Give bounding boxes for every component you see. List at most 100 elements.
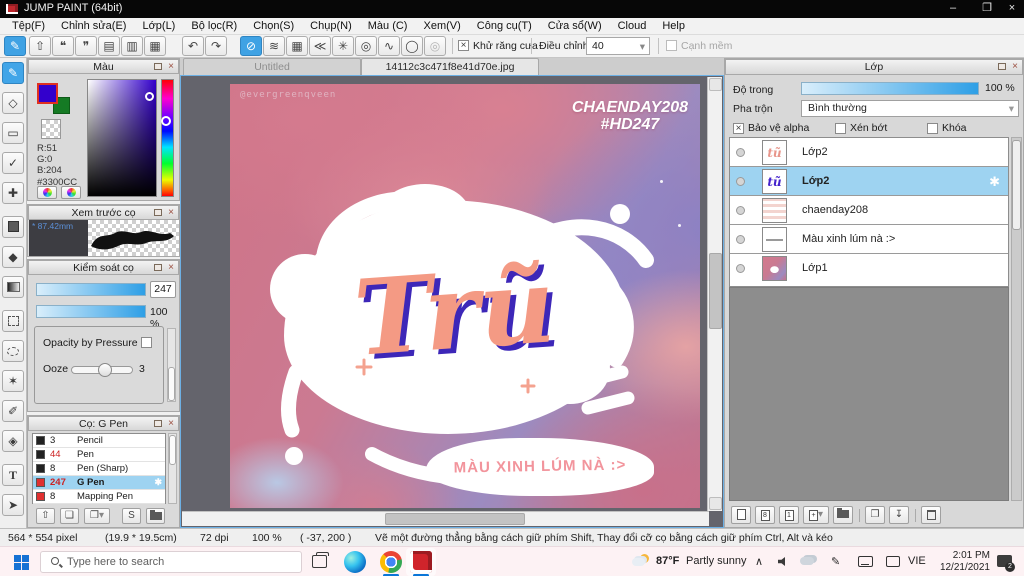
lock-checkbox[interactable] bbox=[927, 123, 938, 134]
visibility-dot-icon[interactable] bbox=[736, 148, 745, 157]
menu-capture[interactable]: Chụp(N) bbox=[302, 20, 360, 32]
tab-untitled[interactable]: Untitled bbox=[183, 58, 361, 75]
brush-mode-icon[interactable]: ✎ bbox=[4, 36, 26, 56]
brush-row-pen-sharp[interactable]: 8 Pen (Sharp) bbox=[33, 462, 165, 476]
visibility-dot-icon[interactable] bbox=[736, 235, 745, 244]
visibility-dot-icon[interactable] bbox=[736, 264, 745, 273]
primary-color-swatch[interactable] bbox=[37, 83, 58, 104]
restore-button[interactable]: ❐ bbox=[972, 0, 1002, 18]
visibility-dot-icon[interactable] bbox=[736, 177, 745, 186]
layer-row[interactable]: tũ Lớp2 bbox=[730, 138, 1008, 167]
popout-icon[interactable] bbox=[154, 264, 162, 271]
brush-size-slider[interactable] bbox=[36, 283, 146, 296]
add-8bit-layer-button[interactable]: 8 bbox=[755, 506, 775, 524]
chrome-icon[interactable] bbox=[380, 551, 402, 573]
tab-active-file[interactable]: 14112c3c471f8e41d70e.jpg bbox=[361, 58, 539, 75]
clock[interactable]: 2:01 PM 12/21/2021 bbox=[930, 550, 990, 574]
visibility-dot-icon[interactable] bbox=[736, 206, 745, 215]
onedrive-cloud-icon[interactable] bbox=[800, 557, 814, 565]
popout-icon[interactable] bbox=[998, 63, 1006, 70]
brush-script-button[interactable]: S bbox=[122, 508, 141, 524]
brush-new-button[interactable]: ❏ bbox=[60, 508, 79, 524]
brush-row-pencil[interactable]: 3 Pencil bbox=[33, 434, 165, 448]
keyboard-icon[interactable] bbox=[858, 556, 873, 567]
menu-select[interactable]: Chọn(S) bbox=[245, 20, 302, 32]
add-1bit-layer-button[interactable]: 1 bbox=[779, 506, 799, 524]
layers-scrollbar[interactable] bbox=[1011, 137, 1022, 501]
snap-vanishing-icon[interactable]: ≪ bbox=[309, 36, 331, 56]
gear-icon[interactable]: ✱ bbox=[989, 174, 1000, 190]
close-button[interactable]: × bbox=[1000, 0, 1024, 18]
adjust-dropdown[interactable]: 40 ▾ bbox=[586, 37, 650, 55]
weather-icon[interactable] bbox=[632, 554, 650, 568]
document-icon[interactable]: ▤ bbox=[98, 36, 120, 56]
material-panel-icon[interactable]: ▥ bbox=[121, 36, 143, 56]
palette-remove-button[interactable] bbox=[61, 186, 81, 199]
scrollbar-thumb[interactable] bbox=[168, 367, 175, 401]
menu-cloud[interactable]: Cloud bbox=[610, 20, 655, 32]
window-layout-icon[interactable]: ▦ bbox=[144, 36, 166, 56]
layer-row[interactable]: Màu xinh lúm nà :> bbox=[730, 225, 1008, 254]
blend-mode-dropdown[interactable]: Bình thường ▾ bbox=[801, 100, 1019, 117]
brush-upload-button[interactable]: ⇧ bbox=[36, 508, 55, 524]
horizontal-scrollbar[interactable] bbox=[182, 511, 709, 526]
scroll-up-arrow[interactable] bbox=[709, 78, 722, 91]
alpha-lock-checkbox[interactable]: × bbox=[733, 123, 744, 134]
speaker-icon[interactable] bbox=[778, 557, 785, 566]
brush-list-scrollbar[interactable] bbox=[168, 433, 177, 504]
scrollbar-thumb[interactable] bbox=[385, 513, 525, 525]
brush-row-pen[interactable]: 44 Pen bbox=[33, 448, 165, 462]
scrollbar-thumb[interactable] bbox=[709, 253, 722, 329]
operation-tool-icon[interactable]: ➤ bbox=[2, 494, 24, 516]
eraser-tool-icon[interactable]: ◇ bbox=[2, 92, 24, 114]
canvas-image[interactable]: @evergreenqveen CHAENDAY208 #HD247 Trũ M… bbox=[230, 84, 700, 508]
menu-filter[interactable]: Bộ lọc(R) bbox=[183, 20, 245, 32]
brush-folder-button[interactable] bbox=[146, 508, 165, 524]
edge-icon[interactable] bbox=[344, 551, 366, 573]
brush-duplicate-button[interactable]: ❐▾ bbox=[84, 508, 110, 524]
hue-marker[interactable] bbox=[161, 116, 171, 126]
close-icon[interactable]: × bbox=[168, 417, 174, 431]
search-input[interactable]: Type here to search bbox=[40, 551, 302, 573]
snap-off-icon[interactable]: ⊘ bbox=[240, 36, 262, 56]
delete-layer-button[interactable] bbox=[921, 506, 941, 524]
merge-layer-button[interactable]: ↧ bbox=[889, 506, 909, 524]
brush-opacity-slider[interactable] bbox=[36, 305, 146, 318]
move-tool-icon[interactable]: ✚ bbox=[2, 182, 24, 204]
snap-grid-icon[interactable]: ▦ bbox=[286, 36, 308, 56]
brush-row-gpen[interactable]: 247 G Pen ✱ bbox=[33, 476, 165, 490]
menu-help[interactable]: Help bbox=[654, 20, 693, 32]
select-pen-tool-icon[interactable]: ✐ bbox=[2, 400, 24, 422]
add-layer-menu-button[interactable]: + ▾ bbox=[803, 506, 829, 524]
undo-icon[interactable]: ↶ bbox=[182, 36, 204, 56]
pressure-checkbox[interactable] bbox=[141, 337, 152, 348]
gradient-tool-icon[interactable] bbox=[2, 276, 24, 298]
close-icon[interactable]: × bbox=[168, 60, 174, 74]
clipping-checkbox[interactable] bbox=[835, 123, 846, 134]
ooze-knob[interactable] bbox=[98, 363, 112, 377]
popout-icon[interactable] bbox=[154, 209, 162, 216]
layer-folder-button[interactable] bbox=[833, 506, 853, 524]
scrollbar-thumb[interactable] bbox=[169, 435, 176, 465]
weather-desc[interactable]: Partly sunny bbox=[686, 555, 747, 567]
select-tool-icon[interactable] bbox=[2, 310, 24, 332]
ooze-slider[interactable] bbox=[71, 363, 133, 377]
select-eraser-tool-icon[interactable]: ◈ bbox=[2, 430, 24, 452]
close-icon[interactable]: × bbox=[168, 206, 174, 220]
popout-icon[interactable] bbox=[154, 420, 162, 427]
language-indicator[interactable]: VIE bbox=[908, 555, 926, 567]
snap-ellipse-icon[interactable]: ◯ bbox=[401, 36, 423, 56]
lasso-tool-icon[interactable] bbox=[2, 340, 24, 362]
comment-icon[interactable]: ❝ bbox=[52, 36, 74, 56]
close-icon[interactable]: × bbox=[168, 261, 174, 275]
transparent-swatch[interactable] bbox=[41, 119, 61, 139]
fill-rect-tool-icon[interactable] bbox=[2, 216, 24, 238]
popout-icon[interactable] bbox=[154, 63, 162, 70]
layer-row[interactable]: chaenday208 bbox=[730, 196, 1008, 225]
scroll-down-arrow[interactable] bbox=[709, 497, 722, 510]
weather-temp[interactable]: 87°F bbox=[656, 555, 679, 567]
brush-size-value[interactable]: 247 bbox=[150, 281, 176, 298]
antialias-checkbox[interactable]: × bbox=[458, 40, 469, 51]
menu-file[interactable]: Tệp(F) bbox=[4, 20, 53, 32]
vertical-scrollbar[interactable] bbox=[707, 77, 722, 511]
